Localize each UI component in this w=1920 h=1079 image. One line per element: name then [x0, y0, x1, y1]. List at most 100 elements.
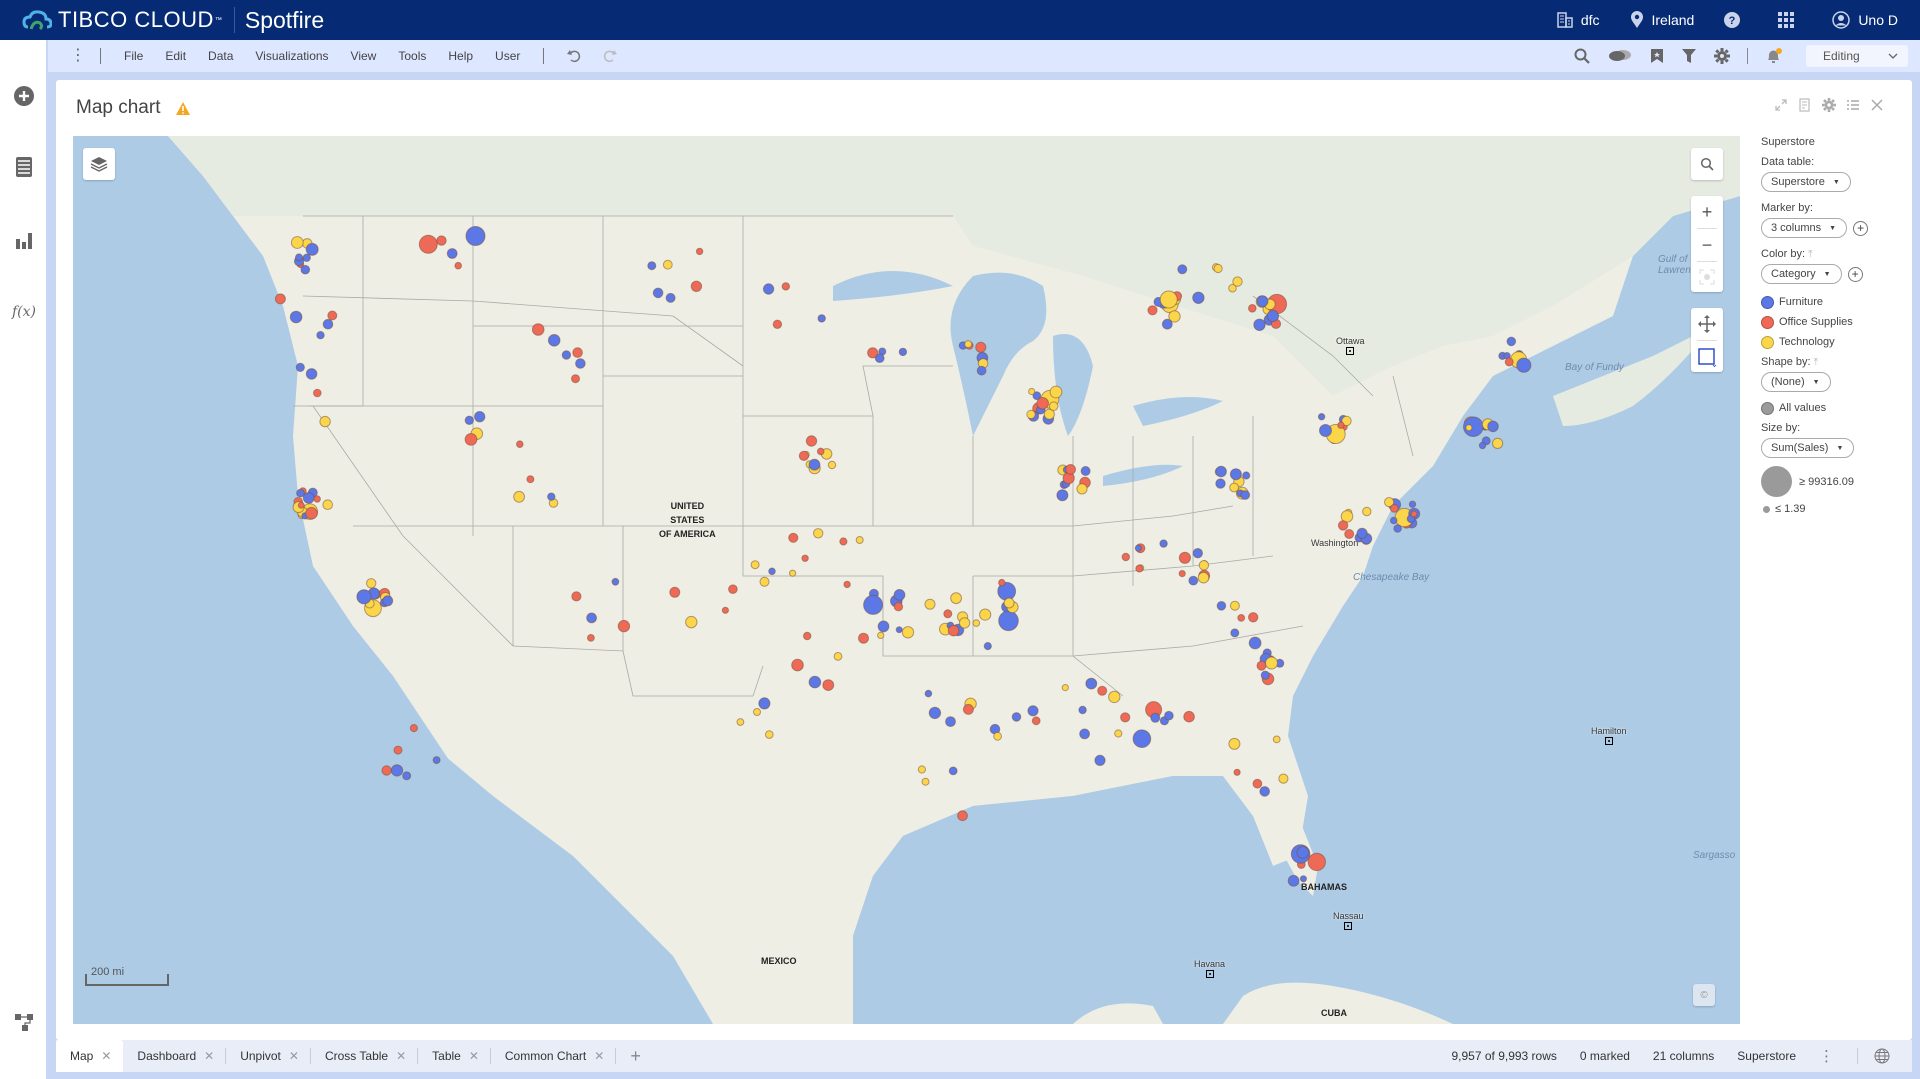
map-marker[interactable] [402, 771, 412, 781]
map-marker[interactable] [1215, 478, 1226, 489]
map-marker[interactable] [1192, 548, 1204, 559]
map-marker[interactable] [652, 287, 664, 299]
map-marker[interactable] [1197, 571, 1210, 584]
map-marker[interactable] [877, 620, 890, 633]
map-marker[interactable] [327, 310, 338, 321]
close-tab-icon[interactable]: ✕ [469, 1049, 479, 1063]
map-marker[interactable] [855, 536, 864, 544]
marker-by-selector[interactable]: 3 columns ▼ [1761, 218, 1848, 238]
menu-data[interactable]: Data [197, 49, 244, 63]
map-marker[interactable] [446, 248, 458, 259]
map-marker[interactable] [816, 447, 825, 456]
map-marker[interactable] [998, 610, 1019, 632]
map-marker[interactable] [1036, 397, 1050, 410]
map-markers[interactable] [73, 136, 1740, 1024]
map-marker[interactable] [808, 675, 822, 689]
properties-button[interactable] [1822, 98, 1836, 112]
map-marker[interactable] [685, 615, 698, 629]
map-marker[interactable] [1516, 357, 1532, 373]
map-marker[interactable] [572, 347, 583, 358]
add-color-column-button[interactable]: + [1847, 266, 1863, 282]
map-marker[interactable] [1337, 421, 1345, 429]
map-marker[interactable] [736, 718, 745, 726]
zoom-to-fit-button[interactable] [1699, 262, 1715, 292]
map-marker[interactable] [1031, 716, 1041, 726]
map-marker[interactable] [1256, 660, 1267, 671]
map-marker[interactable] [979, 608, 992, 621]
map-marker[interactable] [1134, 544, 1143, 552]
map-marker[interactable] [803, 631, 812, 641]
map-marker[interactable] [1317, 413, 1326, 421]
map-marker[interactable] [1248, 304, 1257, 313]
region-selector[interactable]: Ireland [1630, 11, 1694, 29]
map-marker[interactable] [877, 631, 885, 639]
map-marker[interactable] [998, 578, 1006, 587]
legend-toggle-button[interactable] [1846, 98, 1860, 112]
map-marker[interactable] [1097, 685, 1108, 696]
map-marker[interactable] [464, 433, 478, 446]
map-marker[interactable] [895, 626, 903, 634]
map-marker[interactable] [297, 501, 305, 509]
close-tab-icon[interactable]: ✕ [204, 1049, 214, 1063]
map-marker[interactable] [390, 764, 404, 777]
visualization-types-button[interactable] [12, 228, 36, 252]
undo-icon[interactable] [566, 48, 582, 64]
notifications-button[interactable] [1765, 47, 1783, 65]
map-marker[interactable] [1188, 575, 1199, 586]
map-marker[interactable] [943, 609, 953, 619]
map-marker[interactable] [1147, 305, 1158, 316]
map-marker[interactable] [1465, 424, 1473, 432]
map-marker[interactable] [662, 259, 673, 270]
map-marker[interactable] [957, 810, 968, 822]
map-marker[interactable] [1337, 520, 1349, 531]
map-marker[interactable] [921, 777, 930, 786]
map-marker[interactable] [813, 528, 824, 539]
user-menu[interactable]: Uno D [1832, 11, 1898, 29]
map-marker[interactable] [1114, 729, 1123, 738]
map-marker[interactable] [948, 766, 958, 776]
map-marker[interactable] [409, 724, 418, 733]
map-marker[interactable] [1213, 263, 1223, 274]
map-marker[interactable] [976, 365, 987, 376]
tab-unpivot[interactable]: Unpivot ✕ [226, 1040, 311, 1072]
map-marker[interactable] [1307, 852, 1327, 872]
map-marker[interactable] [1240, 490, 1251, 500]
attribution-button[interactable]: © [1693, 984, 1715, 1006]
map-marker[interactable] [1164, 710, 1174, 721]
map-marker[interactable] [827, 460, 837, 470]
map-marker[interactable] [1319, 424, 1332, 437]
map-marker[interactable] [1344, 529, 1355, 539]
map-marker[interactable] [975, 341, 987, 353]
add-data-button[interactable] [12, 84, 36, 108]
map-marker[interactable] [356, 589, 372, 605]
map-marker[interactable] [611, 577, 620, 586]
map-marker[interactable] [1408, 500, 1417, 508]
map-marker[interactable] [305, 368, 318, 380]
map-marker[interactable] [772, 319, 783, 330]
map-marker[interactable] [928, 706, 942, 720]
legend-item-office-supplies[interactable]: Office Supplies [1761, 312, 1901, 332]
rectangle-select-button[interactable] [1697, 341, 1717, 372]
map-marker[interactable] [1228, 737, 1241, 750]
map-marker[interactable] [1011, 712, 1022, 722]
map-marker[interactable] [972, 619, 981, 627]
zoom-in-button[interactable]: + [1702, 196, 1713, 228]
map-marker[interactable] [817, 314, 826, 323]
map-marker[interactable] [1026, 409, 1036, 420]
map-marker[interactable] [1287, 874, 1300, 887]
map-marker[interactable] [366, 578, 377, 589]
menu-user[interactable]: User [484, 49, 531, 63]
shape-by-selector[interactable]: (None) ▼ [1761, 372, 1831, 392]
map-marker[interactable] [1183, 710, 1195, 723]
redo-icon[interactable] [602, 48, 618, 64]
settings-button[interactable] [1714, 48, 1730, 64]
map-marker[interactable] [464, 415, 474, 425]
size-by-selector[interactable]: Sum(Sales) ▼ [1761, 438, 1855, 458]
map-marker[interactable] [1393, 524, 1402, 533]
map-marker[interactable] [833, 652, 843, 661]
map-marker[interactable] [1108, 690, 1121, 704]
map-marker[interactable] [1028, 387, 1036, 396]
map-marker[interactable] [474, 411, 486, 423]
map-marker[interactable] [1478, 441, 1487, 450]
map-marker[interactable] [808, 458, 821, 471]
